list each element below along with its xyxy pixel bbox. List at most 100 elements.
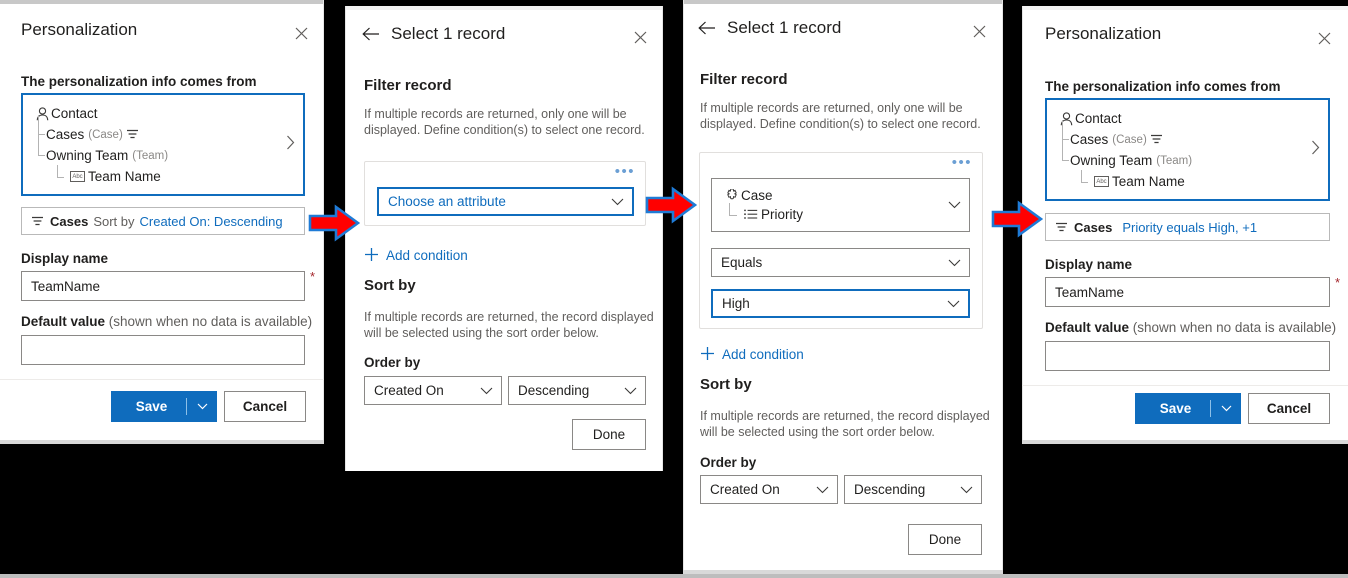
cancel-button-label: Cancel — [1266, 401, 1312, 416]
filter-summary-bar[interactable]: Cases Priority equals High, +1 — [1045, 213, 1330, 241]
back-arrow-icon[interactable] — [360, 23, 382, 45]
condition-overflow-icon[interactable]: ••• — [952, 155, 972, 170]
default-value-label-text: Default value — [21, 314, 106, 329]
condition-value-dropdown[interactable]: High — [711, 289, 970, 318]
source-label: The personalization info comes from — [21, 74, 257, 89]
close-icon[interactable] — [966, 18, 992, 44]
condition-overflow-icon[interactable]: ••• — [615, 164, 635, 179]
tree-row-label: Case — [741, 188, 773, 203]
chevron-down-icon — [948, 201, 961, 209]
save-button-label: Save — [135, 399, 168, 414]
order-by-field-value: Created On — [374, 383, 444, 398]
order-by-field-dropdown[interactable]: Created On — [700, 475, 838, 504]
operator-dropdown[interactable]: Equals — [711, 248, 970, 277]
required-marker: * — [310, 269, 316, 284]
filter-middle-text: Sort by — [93, 213, 135, 229]
order-by-direction-dropdown[interactable]: Descending — [508, 376, 646, 405]
chevron-down-icon — [960, 486, 973, 494]
panel-header: Personalization — [1045, 24, 1334, 44]
attribute-dropdown[interactable]: Choose an attribute — [377, 187, 634, 216]
chevron-down-icon — [480, 387, 493, 395]
panel-top-strip — [0, 0, 324, 4]
cancel-button[interactable]: Cancel — [224, 391, 306, 422]
tree-row-team-name[interactable]: Abc Team Name — [1058, 170, 1192, 192]
back-arrow-icon[interactable] — [696, 17, 718, 39]
display-name-input[interactable]: TeamName — [1045, 277, 1330, 307]
save-button[interactable]: Save — [111, 391, 217, 422]
default-value-input[interactable] — [1045, 341, 1330, 371]
close-icon[interactable] — [1311, 25, 1337, 51]
panel-bottom-strip — [1022, 440, 1348, 444]
tree-row-contact[interactable]: Contact — [34, 103, 168, 124]
add-condition-button[interactable]: Add condition — [364, 247, 468, 263]
panel-top-strip — [345, 6, 663, 10]
tree-row-cases[interactable]: Cases (Case) — [1058, 120, 1192, 150]
filter-summary-bar[interactable]: Cases Sort by Created On: Descending — [21, 207, 305, 235]
sort-section-title: Sort by — [700, 376, 752, 393]
cancel-button[interactable]: Cancel — [1248, 393, 1330, 424]
filter-entity: Cases — [50, 213, 89, 229]
display-name-value: TeamName — [31, 278, 101, 294]
tree-row-owning-team[interactable]: Owning Team (Team) — [1058, 139, 1193, 171]
contact-icon — [1058, 111, 1075, 126]
condition-value: High — [722, 296, 750, 311]
display-name-value: TeamName — [1055, 284, 1125, 300]
display-name-input[interactable]: TeamName — [21, 271, 305, 301]
panel-right-edge — [1002, 0, 1003, 574]
footer-divider — [1022, 385, 1348, 386]
order-by-field-value: Created On — [710, 482, 780, 497]
done-button[interactable]: Done — [572, 419, 646, 450]
close-icon[interactable] — [288, 20, 314, 46]
sort-help-text: If multiple records are returned, the re… — [700, 409, 990, 439]
abc-text-icon: Abc — [1091, 176, 1112, 187]
page-bottom-strip — [0, 574, 1348, 578]
tree-row-sublabel: (Team) — [1156, 154, 1193, 167]
default-value-input[interactable] — [21, 335, 305, 365]
tree-row-label: Contact — [1075, 111, 1122, 126]
tree-row-label: Owning Team — [46, 148, 129, 163]
close-icon[interactable] — [627, 24, 653, 50]
chevron-down-icon — [948, 259, 961, 267]
chevron-down-icon — [624, 387, 637, 395]
tree-row-team-name[interactable]: Abc Team Name — [34, 165, 168, 187]
filter-link-text[interactable]: Priority equals High, +1 — [1122, 220, 1257, 235]
add-condition-button[interactable]: Add condition — [700, 346, 804, 362]
filter-icon[interactable] — [1147, 134, 1167, 145]
chevron-down-icon — [816, 486, 829, 494]
tree-row-cases[interactable]: Cases (Case) — [34, 115, 168, 145]
page-title: Select 1 record — [727, 18, 842, 37]
tree-row-priority: Priority — [722, 203, 803, 224]
plus-icon — [364, 247, 379, 263]
filter-section-title: Filter record — [364, 77, 452, 94]
filter-link-text[interactable]: Created On: Descending — [140, 214, 283, 229]
chevron-down-icon[interactable] — [1211, 405, 1241, 412]
flow-arrow-3 — [991, 200, 1044, 243]
source-tree-picker[interactable]: Contact Cases (Case) Owning Team (Team) — [1045, 98, 1330, 201]
tree-row-label: Team Name — [88, 169, 161, 184]
order-by-direction-dropdown[interactable]: Descending — [844, 475, 982, 504]
chevron-right-icon[interactable] — [1311, 140, 1320, 160]
panel-right-edge — [662, 6, 663, 471]
source-tree: Contact Cases (Case) Owning Team (Team) — [1058, 108, 1192, 192]
done-button-label: Done — [928, 532, 962, 547]
chevron-down-icon[interactable] — [187, 403, 217, 410]
tree-row-contact[interactable]: Contact — [1058, 108, 1192, 129]
panel-top-strip — [1022, 6, 1348, 10]
chevron-right-icon[interactable] — [286, 135, 295, 155]
tree-row-owning-team[interactable]: Owning Team (Team) — [34, 134, 168, 166]
attribute-dropdown[interactable]: Case Priority — [711, 178, 970, 232]
filter-icon — [31, 216, 44, 227]
save-button[interactable]: Save — [1135, 393, 1241, 424]
order-by-field-dropdown[interactable]: Created On — [364, 376, 502, 405]
filter-entity: Cases — [1074, 219, 1113, 235]
tree-elbow — [1080, 170, 1091, 192]
panel-bottom-strip — [0, 440, 324, 444]
filter-help-text: If multiple records are returned, only o… — [700, 101, 981, 131]
default-value-label-text: Default value — [1045, 320, 1130, 335]
panel-personalization-initial: Personalization The personalization info… — [0, 0, 324, 444]
done-button[interactable]: Done — [908, 524, 982, 555]
filter-icon[interactable] — [123, 129, 143, 140]
source-tree-picker[interactable]: Contact Cases (Case) Owning Team (Team) — [21, 93, 305, 196]
chevron-down-icon — [947, 300, 960, 308]
plus-icon — [700, 346, 715, 362]
